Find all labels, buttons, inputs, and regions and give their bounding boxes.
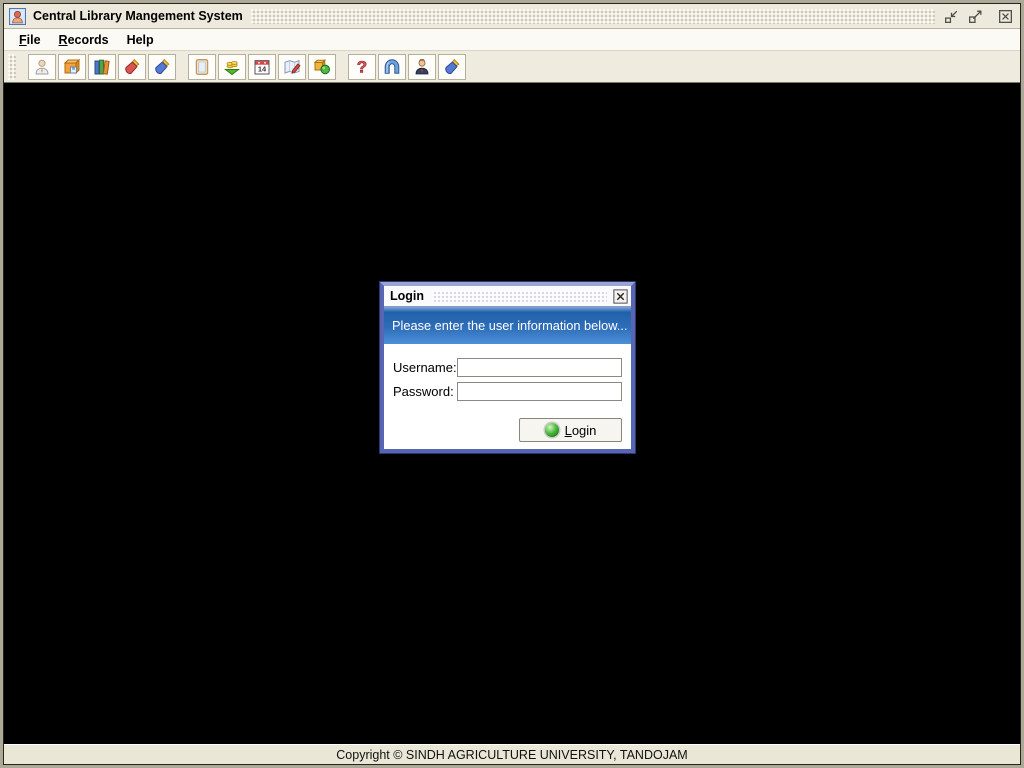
toolbar-button-member[interactable] — [28, 54, 56, 80]
login-dialog: Login Please enter the user information … — [380, 282, 635, 453]
toolbar: 14 — [4, 51, 1020, 83]
login-dialog-texture — [432, 290, 607, 303]
login-dialog-body: Username: Password: Login — [384, 344, 631, 449]
toolbar-button-reports[interactable] — [378, 54, 406, 80]
login-dialog-titlebar[interactable]: Login — [384, 286, 631, 307]
login-dialog-footer: Login — [393, 418, 622, 442]
arch-icon — [382, 57, 402, 77]
toolbar-group-transactions: 14 — [188, 54, 336, 80]
username-input[interactable] — [457, 358, 622, 377]
login-button[interactable]: Login — [519, 418, 622, 442]
toolbar-group-misc: ? — [348, 54, 466, 80]
toolbar-button-clean[interactable] — [148, 54, 176, 80]
login-button-label: Login — [565, 423, 597, 438]
minimize-button[interactable] — [943, 8, 960, 25]
app-window: Central Library Mangement System — [0, 0, 1024, 768]
maximize-icon — [967, 8, 984, 25]
password-row: Password: — [393, 381, 622, 402]
app-frame: Central Library Mangement System — [3, 3, 1021, 765]
coins-return-icon — [222, 57, 242, 77]
titlebar-texture — [251, 9, 935, 24]
user-avatar-icon — [9, 8, 26, 25]
toolbar-button-notepad[interactable] — [188, 54, 216, 80]
login-dialog-title: Login — [390, 289, 424, 303]
books-icon — [92, 57, 112, 77]
toolbar-button-help[interactable]: ? — [348, 54, 376, 80]
toolbar-button-remove[interactable] — [118, 54, 146, 80]
menu-file[interactable]: File — [10, 31, 50, 49]
close-button[interactable] — [997, 8, 1014, 25]
toolbar-button-books[interactable] — [88, 54, 116, 80]
green-orb-icon — [545, 423, 559, 437]
toolbar-button-stock[interactable] — [308, 54, 336, 80]
close-icon — [997, 8, 1014, 25]
cube-sphere-icon — [312, 57, 332, 77]
menu-records[interactable]: Records — [50, 31, 118, 49]
username-label: Username: — [393, 360, 457, 375]
red-brush-icon — [122, 57, 142, 77]
login-dialog-banner: Please enter the user information below.… — [384, 307, 631, 344]
member-icon — [32, 57, 52, 77]
title-bar: Central Library Mangement System — [4, 4, 1020, 29]
username-row: Username: — [393, 357, 622, 378]
svg-text:14: 14 — [258, 64, 267, 73]
desktop-pane: Login Please enter the user information … — [4, 83, 1020, 744]
help-icon: ? — [352, 57, 372, 77]
status-bar: Copyright © SINDH AGRICULTURE UNIVERSITY… — [4, 744, 1020, 764]
password-input[interactable] — [457, 382, 622, 401]
map-pen-icon — [282, 57, 302, 77]
login-dialog-close-button[interactable] — [613, 289, 628, 304]
window-controls — [943, 8, 1014, 25]
minimize-icon — [943, 8, 960, 25]
maximize-button[interactable] — [967, 8, 984, 25]
login-dialog-message: Please enter the user information below.… — [392, 318, 627, 333]
copyright-text: Copyright © SINDH AGRICULTURE UNIVERSITY… — [336, 748, 687, 762]
notepad-icon — [192, 57, 212, 77]
toolbar-button-clear[interactable] — [438, 54, 466, 80]
toolbar-button-calendar[interactable]: 14 — [248, 54, 276, 80]
menu-bar: File Records Help — [4, 29, 1020, 51]
blue-brush-icon — [152, 57, 172, 77]
toolbar-button-issue[interactable] — [278, 54, 306, 80]
svg-text:?: ? — [357, 57, 367, 76]
toolbar-grip[interactable] — [8, 54, 16, 80]
package-save-icon — [62, 57, 82, 77]
toolbar-button-package[interactable] — [58, 54, 86, 80]
window-title: Central Library Mangement System — [33, 9, 243, 23]
clean-brush-icon — [442, 57, 462, 77]
toolbar-button-return[interactable] — [218, 54, 246, 80]
toolbar-button-admin[interactable] — [408, 54, 436, 80]
calendar-icon: 14 — [252, 57, 272, 77]
password-label: Password: — [393, 384, 457, 399]
admin-user-icon — [412, 57, 432, 77]
menu-help[interactable]: Help — [118, 31, 163, 49]
toolbar-group-records — [28, 54, 176, 80]
